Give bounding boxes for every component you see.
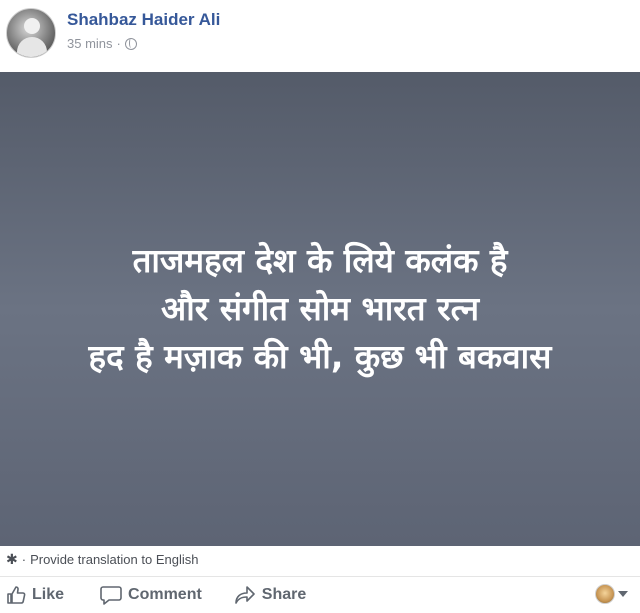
comment-button[interactable]: Comment — [100, 585, 202, 605]
avatar[interactable] — [6, 8, 56, 58]
translate-link[interactable]: Provide translation to English — [30, 552, 198, 567]
like-button[interactable]: Like — [6, 585, 64, 605]
image-text-line-2: और संगीत सोम भारत रत्न — [160, 289, 480, 328]
meta-separator: · — [116, 36, 121, 51]
action-bar: Like Comment Share — [0, 576, 640, 613]
post-header: Shahbaz Haider Ali 35 mins · — [0, 0, 640, 72]
speech-bubble-icon — [100, 586, 122, 605]
avatar-body — [17, 37, 47, 57]
thumbs-up-icon — [7, 586, 26, 604]
translation-prefix: · — [21, 551, 27, 567]
share-arrow-icon — [234, 586, 255, 604]
globe-icon[interactable] — [124, 37, 137, 50]
share-button[interactable]: Share — [234, 585, 306, 605]
image-text-line-1: ताजमहल देश के लिये कलंक है — [132, 241, 508, 280]
like-label: Like — [32, 586, 65, 603]
share-label: Share — [261, 586, 307, 603]
avatar-head — [24, 18, 40, 34]
translation-row: ✱ · Provide translation to English — [0, 548, 640, 570]
comment-label: Comment — [128, 586, 202, 603]
image-text-line-3: हद है मज़ाक की भी, कुछ भी बकवास — [88, 337, 552, 376]
post-image[interactable]: ताजमहल देश के लिये कलंक है और संगीत सोम … — [0, 72, 640, 546]
caret-down-icon[interactable] — [618, 591, 628, 597]
gear-icon: ✱ — [6, 550, 18, 567]
post-meta: 35 mins · — [67, 36, 137, 51]
author-name[interactable]: Shahbaz Haider Ali — [67, 10, 220, 30]
timestamp[interactable]: 35 mins — [67, 36, 113, 51]
reaction-picker[interactable] — [595, 584, 628, 604]
viewer-avatar — [595, 584, 615, 604]
